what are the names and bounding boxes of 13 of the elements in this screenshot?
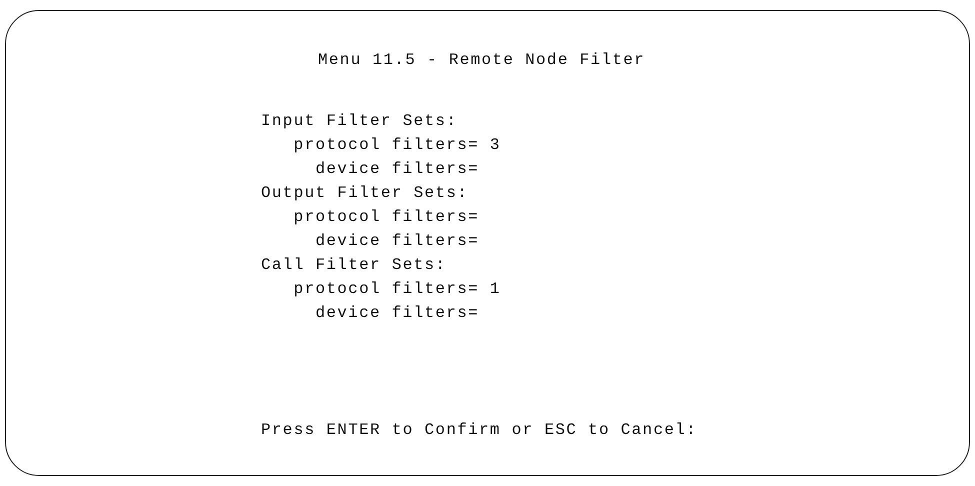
field-label: protocol filters= [292, 207, 479, 228]
prompt-text: Press ENTER to Confirm or ESC to Cancel: [261, 420, 698, 441]
field-value: 3 [490, 136, 501, 154]
field-label: protocol filters= [292, 279, 479, 300]
field-label: protocol filters= [292, 135, 479, 156]
field-label: device filters= [314, 159, 479, 180]
field-value: 1 [490, 280, 501, 298]
section-heading: Output Filter Sets: [261, 183, 470, 204]
section-heading: Call Filter Sets: [261, 255, 448, 276]
field-label: device filters= [314, 231, 479, 252]
section-heading: Input Filter Sets: [261, 111, 458, 132]
field-label: device filters= [314, 303, 479, 324]
menu-title: Menu 11.5 - Remote Node Filter [317, 50, 646, 71]
